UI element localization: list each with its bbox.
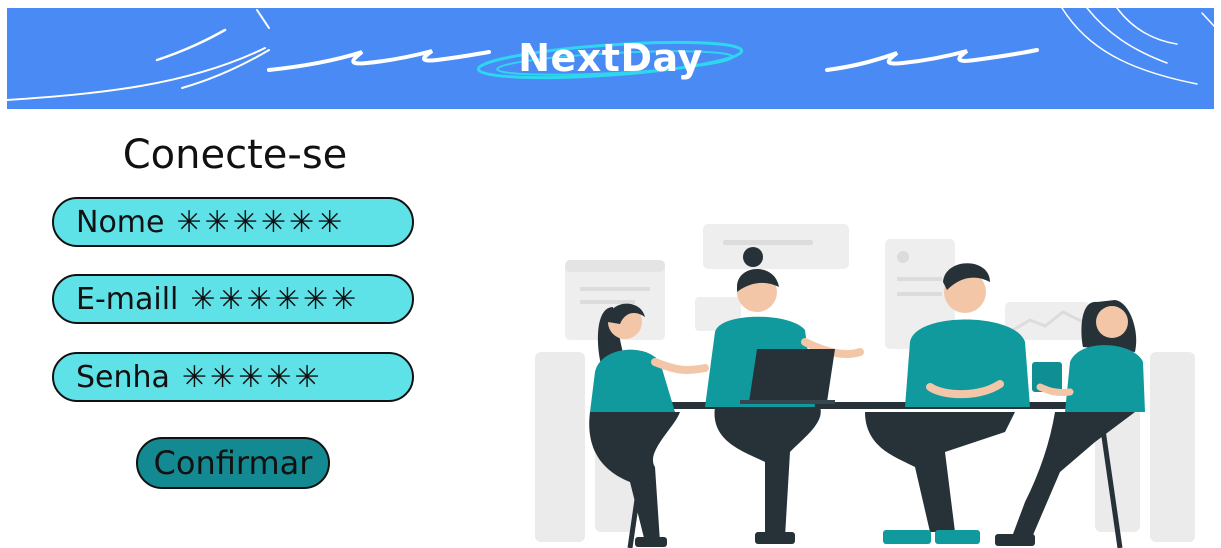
brand-logo: NextDay <box>518 36 703 80</box>
name-field-value: ✳✳✳✳✳✳ <box>176 204 346 240</box>
header-banner: NextDay <box>7 8 1214 109</box>
email-field-value: ✳✳✳✳✳✳ <box>190 281 360 317</box>
team-meeting-illustration <box>535 224 1195 548</box>
name-field-label: Nome <box>76 204 165 240</box>
email-field[interactable]: E-maill ✳✳✳✳✳✳ <box>52 274 414 324</box>
password-field[interactable]: Senha ✳✳✳✳✳ <box>52 352 414 402</box>
email-field-label: E-maill <box>76 281 179 317</box>
password-field-label: Senha <box>76 359 170 395</box>
confirm-button[interactable]: Confirmar <box>136 437 330 489</box>
page-title: Conecte-se <box>122 132 348 178</box>
password-field-value: ✳✳✳✳✳ <box>181 359 323 395</box>
name-field[interactable]: Nome ✳✳✳✳✳✳ <box>52 197 414 247</box>
